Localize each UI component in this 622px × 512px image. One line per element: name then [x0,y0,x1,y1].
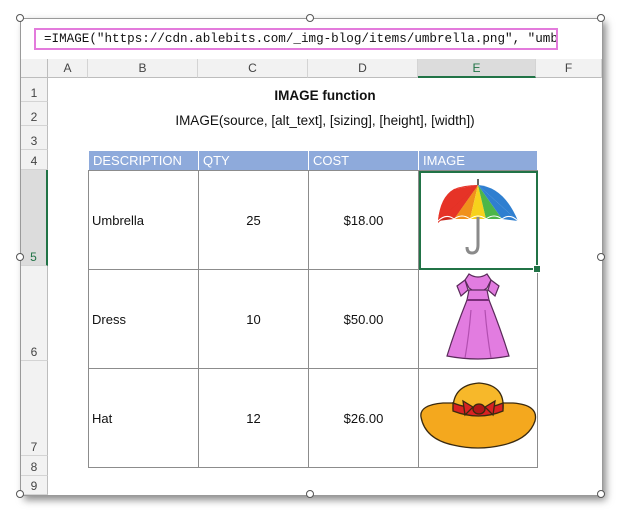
cell-description[interactable]: Hat [88,368,199,468]
row-header-1[interactable]: 1 [21,78,48,102]
cell-image[interactable] [418,368,538,468]
select-all-corner[interactable] [21,59,48,78]
resize-handle-bottom-left[interactable] [16,490,24,498]
column-header-a[interactable]: A [48,59,88,78]
cell-qty[interactable]: 25 [198,170,309,270]
resize-handle-bottom-right[interactable] [597,490,605,498]
hat-icon [420,382,537,449]
cell-cost[interactable]: $50.00 [308,269,419,369]
resize-handle-top-left[interactable] [16,14,24,22]
column-header-d[interactable]: D [308,59,418,78]
row-header-8[interactable]: 8 [21,456,48,476]
cell-image-selected[interactable] [418,170,541,273]
table-header-row: DESCRIPTION QTY COST IMAGE [88,150,538,171]
cell-cost[interactable]: $18.00 [308,170,419,270]
spreadsheet-grid: A B C D E F 1 2 3 4 5 6 7 8 9 IMAGE func… [21,19,602,495]
cell-cost[interactable]: $26.00 [308,368,419,468]
row-header-9[interactable]: 9 [21,476,48,495]
table-row: Hat 12 $26.00 [88,368,538,468]
resize-handle-top-right[interactable] [597,14,605,22]
formula-bar[interactable]: =IMAGE("https://cdn.ablebits.com/_img-bl… [34,28,558,50]
column-header-f[interactable]: F [536,59,602,78]
screenshot-frame: A B C D E F 1 2 3 4 5 6 7 8 9 IMAGE func… [20,18,603,496]
row-header-5[interactable]: 5 [21,170,48,266]
resize-handle-bottom[interactable] [306,490,314,498]
column-header-c[interactable]: C [198,59,308,78]
cell-image[interactable] [418,269,538,369]
header-cost[interactable]: COST [308,150,419,171]
row-header-2[interactable]: 2 [21,102,48,126]
dress-icon [446,273,510,360]
header-description[interactable]: DESCRIPTION [88,150,199,171]
row-header-6[interactable]: 6 [21,266,48,361]
header-image[interactable]: IMAGE [418,150,538,171]
row-header-7[interactable]: 7 [21,361,48,456]
row-header-3[interactable]: 3 [21,126,48,150]
resize-handle-top[interactable] [306,14,314,22]
cell-description[interactable]: Umbrella [88,170,199,270]
row-header-4[interactable]: 4 [21,150,48,170]
resize-handle-left[interactable] [16,253,24,261]
function-syntax: IMAGE(source, [alt_text], [sizing], [hei… [175,113,475,128]
table-row: Umbrella 25 $18.00 [88,170,541,273]
header-qty[interactable]: QTY [198,150,309,171]
cell-qty[interactable]: 10 [198,269,309,369]
table-row: Dress 10 $50.00 [88,269,538,369]
column-header-e[interactable]: E [418,59,536,78]
umbrella-icon [437,179,519,255]
product-table: DESCRIPTION QTY COST IMAGE Umbrella 25 $… [88,150,541,468]
cell-description[interactable]: Dress [88,269,199,369]
column-header-b[interactable]: B [88,59,198,78]
cell-qty[interactable]: 12 [198,368,309,468]
sheet-title: IMAGE function [274,88,376,103]
resize-handle-right[interactable] [597,253,605,261]
